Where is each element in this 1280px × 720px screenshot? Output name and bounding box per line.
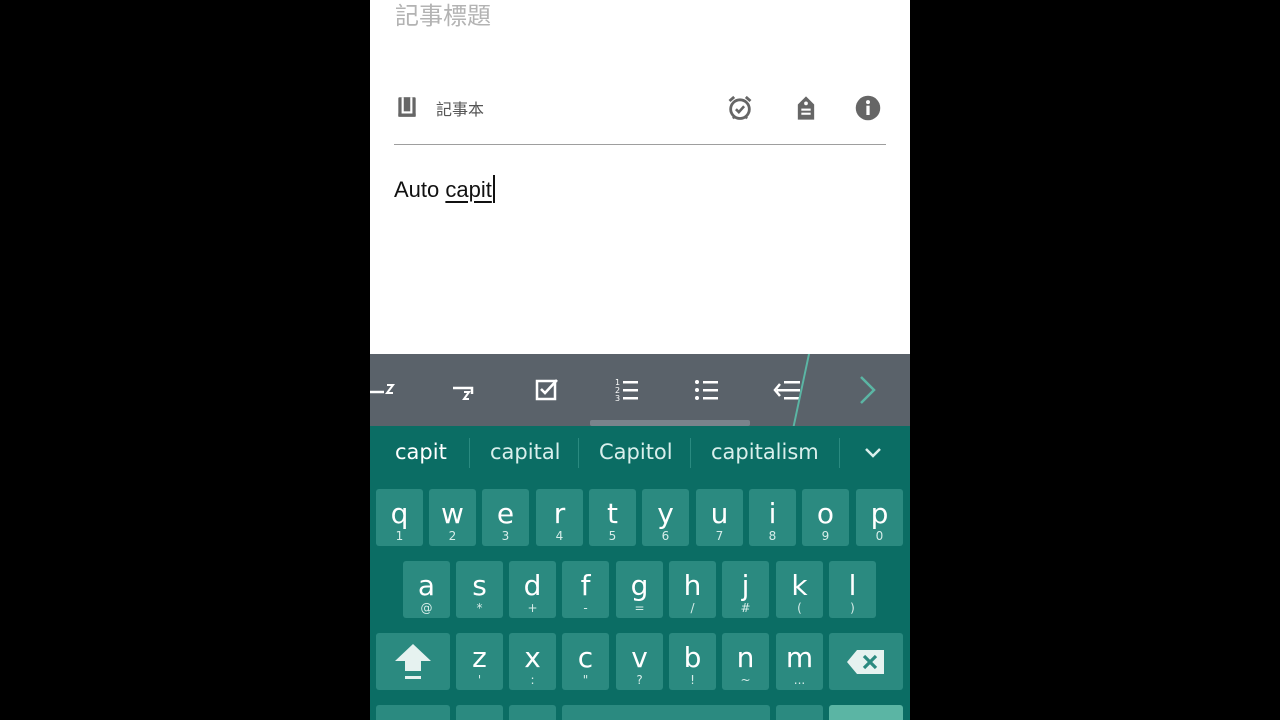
shift-arrow-icon (395, 643, 431, 679)
key-x[interactable]: x: (509, 633, 556, 690)
key-z[interactable]: z ' (456, 633, 503, 690)
key-o[interactable]: o9 (802, 489, 849, 546)
key-m[interactable]: m... (776, 633, 823, 690)
settings-key[interactable] (456, 705, 503, 720)
soft-keyboard: q1 w2 e3 r4 t5 y6 u7 i8 o9 p0 a @ s * d + f… (370, 480, 910, 720)
key-d[interactable]: d + (509, 561, 556, 618)
toolbar-next-button[interactable] (810, 354, 910, 426)
info-icon[interactable] (854, 94, 882, 122)
space-key[interactable] (562, 705, 770, 720)
text-cursor (492, 175, 495, 203)
numbered-list-icon[interactable]: 1 2 3 (612, 374, 642, 404)
period-key[interactable] (776, 705, 823, 720)
note-editor-screen: 記事標題 記事本 Auto capit 1 2 3 capit capital … (370, 0, 910, 720)
key-q[interactable]: q1 (376, 489, 423, 546)
body-committed-text: Auto (394, 177, 446, 202)
key-v[interactable]: v? (616, 633, 663, 690)
key-j[interactable]: j # (722, 561, 769, 618)
key-i[interactable]: i8 (749, 489, 796, 546)
key-p[interactable]: p0 (856, 489, 903, 546)
format-toolbar: 1 2 3 (370, 354, 910, 426)
indent-icon[interactable] (370, 374, 400, 404)
backspace-key[interactable] (829, 633, 903, 690)
suggestion-item[interactable]: capitalism (711, 440, 819, 464)
outdent-icon[interactable] (450, 374, 480, 404)
key-y[interactable]: y6 (642, 489, 689, 546)
note-body-input[interactable]: Auto capit (394, 175, 495, 203)
suggestion-separator (839, 438, 840, 468)
note-title-input[interactable]: 記事標題 (395, 0, 491, 31)
svg-text:3: 3 (615, 394, 620, 403)
shift-key[interactable] (376, 633, 450, 690)
comma-key[interactable] (509, 705, 556, 720)
key-u[interactable]: u7 (696, 489, 743, 546)
alarm-check-icon[interactable] (726, 94, 754, 122)
symbols-key[interactable] (376, 705, 450, 720)
tag-icon[interactable] (792, 94, 820, 122)
key-e[interactable]: e3 (482, 489, 529, 546)
suggestion-item[interactable]: capit (395, 440, 447, 464)
key-n[interactable]: n ~ (722, 633, 769, 690)
body-composing-text: capit (445, 177, 492, 202)
key-r[interactable]: r4 (536, 489, 583, 546)
suggestion-item[interactable]: Capitol (599, 440, 673, 464)
key-a[interactable]: a @ (403, 561, 450, 618)
notebook-icon[interactable] (394, 94, 420, 120)
key-c[interactable]: c " (562, 633, 609, 690)
enter-key[interactable] (829, 705, 903, 720)
chevron-down-icon[interactable] (860, 442, 886, 464)
key-l[interactable]: l) (829, 561, 876, 618)
key-h[interactable]: h / (669, 561, 716, 618)
key-t[interactable]: t5 (589, 489, 636, 546)
suggestion-item[interactable]: capital (490, 440, 561, 464)
key-g[interactable]: g = (616, 561, 663, 618)
bulleted-list-icon[interactable] (692, 374, 722, 404)
key-f[interactable]: f- (562, 561, 609, 618)
suggestion-separator (690, 438, 691, 468)
backspace-icon (847, 649, 884, 674)
suggestion-separator (578, 438, 579, 468)
key-w[interactable]: w2 (429, 489, 476, 546)
checkbox-icon[interactable] (532, 374, 562, 404)
notebook-label[interactable]: 記事本 (436, 96, 484, 120)
suggestion-strip: capit capital Capitol capitalism (370, 426, 910, 480)
key-k[interactable]: k( (776, 561, 823, 618)
key-s[interactable]: s * (456, 561, 503, 618)
chevron-right-icon (860, 376, 876, 404)
suggestion-separator (469, 438, 470, 468)
note-meta-row: 記事本 (394, 92, 888, 124)
key-b[interactable]: b! (669, 633, 716, 690)
divider (394, 144, 886, 145)
